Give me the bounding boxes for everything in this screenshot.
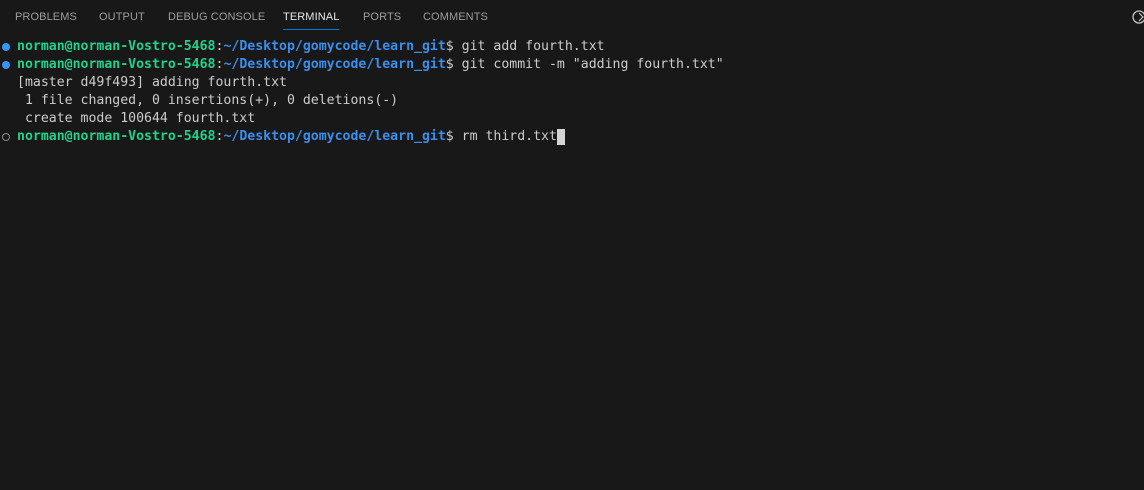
output-text: 1 file changed, 0 insertions(+), 0 delet… bbox=[17, 93, 399, 108]
command-text: git add fourth.txt bbox=[461, 39, 605, 54]
prompt-suffix: $ bbox=[445, 57, 462, 72]
prompt-user: norman@norman-Vostro-5468 bbox=[17, 39, 216, 54]
prompt-suffix: $ bbox=[445, 129, 462, 144]
prompt-path: ~/Desktop/gomycode/learn_git bbox=[223, 39, 446, 54]
terminal-line: [master d49f493] adding fourth.txt bbox=[0, 74, 287, 92]
prompt-path: ~/Desktop/gomycode/learn_git bbox=[223, 129, 446, 144]
tab-ports[interactable]: PORTS bbox=[363, 0, 401, 34]
output-text: create mode 100644 fourth.txt bbox=[17, 111, 256, 126]
command-text: git commit -m "adding fourth.txt" bbox=[461, 57, 724, 72]
command-input[interactable]: rm third.txt bbox=[462, 129, 557, 144]
circle-outline-icon[interactable] bbox=[2, 133, 10, 141]
prompt-path: ~/Desktop/gomycode/learn_git bbox=[223, 57, 446, 72]
terminal-output[interactable]: norman@norman-Vostro-5468:~/Desktop/gomy… bbox=[0, 38, 1144, 490]
circle-filled-icon[interactable] bbox=[2, 61, 10, 69]
circle-filled-icon[interactable] bbox=[2, 43, 10, 51]
tab-comments[interactable]: COMMENTS bbox=[423, 0, 488, 34]
tab-debug-console[interactable]: DEBUG CONSOLE bbox=[168, 0, 265, 34]
panel-tab-bar: PROBLEMS OUTPUT DEBUG CONSOLE TERMINAL P… bbox=[0, 0, 1144, 34]
prompt-user: norman@norman-Vostro-5468 bbox=[17, 57, 216, 72]
terminal-line: norman@norman-Vostro-5468:~/Desktop/gomy… bbox=[0, 38, 605, 56]
tab-problems[interactable]: PROBLEMS bbox=[15, 0, 77, 34]
tab-output[interactable]: OUTPUT bbox=[99, 0, 145, 34]
prompt-user: norman@norman-Vostro-5468 bbox=[17, 129, 216, 144]
terminal-cursor bbox=[556, 129, 565, 145]
prompt-suffix: $ bbox=[445, 39, 462, 54]
terminal-line: 1 file changed, 0 insertions(+), 0 delet… bbox=[0, 92, 398, 110]
edge-icon[interactable] bbox=[1131, 9, 1144, 25]
terminal-line: norman@norman-Vostro-5468:~/Desktop/gomy… bbox=[0, 128, 565, 146]
terminal-line: create mode 100644 fourth.txt bbox=[0, 110, 255, 128]
terminal-line: norman@norman-Vostro-5468:~/Desktop/gomy… bbox=[0, 56, 724, 74]
output-text: [master d49f493] adding fourth.txt bbox=[17, 75, 287, 90]
tab-terminal[interactable]: TERMINAL bbox=[283, 0, 340, 34]
